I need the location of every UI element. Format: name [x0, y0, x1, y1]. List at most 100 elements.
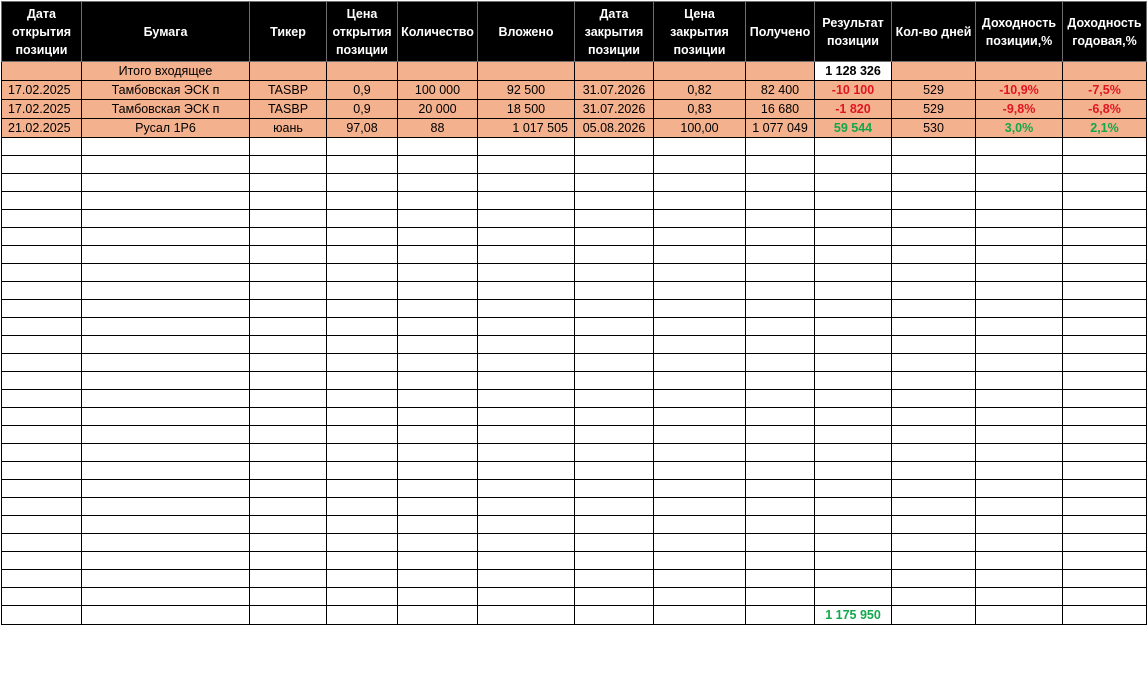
cell[interactable]: [745, 605, 815, 625]
cell[interactable]: [326, 407, 398, 426]
cell[interactable]: [249, 461, 327, 480]
cell[interactable]: [81, 263, 250, 282]
cell[interactable]: [326, 61, 398, 81]
cell[interactable]: [891, 173, 976, 192]
cell[interactable]: [397, 299, 478, 318]
cell[interactable]: [653, 155, 746, 174]
cell-position-yield[interactable]: -9,8%: [975, 99, 1063, 119]
cell[interactable]: [891, 227, 976, 246]
cell[interactable]: [745, 335, 815, 354]
cell[interactable]: [1062, 137, 1147, 156]
cell[interactable]: [477, 245, 575, 264]
cell[interactable]: [477, 155, 575, 174]
closing-total-value[interactable]: 1 175 950: [814, 605, 892, 625]
cell[interactable]: [975, 209, 1063, 228]
cell[interactable]: [326, 443, 398, 462]
cell[interactable]: [397, 533, 478, 552]
cell[interactable]: [891, 461, 976, 480]
cell[interactable]: [81, 605, 250, 625]
cell-days[interactable]: 529: [891, 80, 976, 100]
cell[interactable]: [891, 191, 976, 210]
cell[interactable]: [975, 299, 1063, 318]
cell[interactable]: [814, 587, 892, 606]
cell[interactable]: [477, 425, 575, 444]
cell[interactable]: [745, 227, 815, 246]
cell[interactable]: [81, 533, 250, 552]
cell[interactable]: [814, 515, 892, 534]
cell[interactable]: [653, 137, 746, 156]
cell[interactable]: [814, 281, 892, 300]
cell[interactable]: [814, 551, 892, 570]
cell[interactable]: [397, 173, 478, 192]
cell[interactable]: [397, 479, 478, 498]
cell[interactable]: [574, 155, 654, 174]
cell[interactable]: [249, 569, 327, 588]
col-header-quantity[interactable]: Количество: [397, 1, 478, 62]
cell[interactable]: [477, 551, 575, 570]
cell[interactable]: [891, 587, 976, 606]
cell[interactable]: [891, 569, 976, 588]
cell[interactable]: [326, 389, 398, 408]
cell[interactable]: [975, 227, 1063, 246]
cell[interactable]: [81, 137, 250, 156]
cell[interactable]: [1, 245, 82, 264]
cell[interactable]: [975, 443, 1063, 462]
cell-result[interactable]: -10 100: [814, 80, 892, 100]
cell[interactable]: [653, 569, 746, 588]
cell[interactable]: [1062, 155, 1147, 174]
cell[interactable]: [249, 389, 327, 408]
cell[interactable]: [477, 191, 575, 210]
cell-invested[interactable]: 18 500: [477, 99, 575, 119]
cell[interactable]: [326, 515, 398, 534]
cell[interactable]: [1, 209, 82, 228]
cell[interactable]: [1, 191, 82, 210]
cell[interactable]: [975, 533, 1063, 552]
cell[interactable]: [1, 551, 82, 570]
cell[interactable]: [477, 497, 575, 516]
cell[interactable]: [745, 551, 815, 570]
cell[interactable]: [1, 137, 82, 156]
cell[interactable]: [249, 407, 327, 426]
cell[interactable]: [653, 263, 746, 282]
cell[interactable]: [81, 389, 250, 408]
cell[interactable]: [745, 461, 815, 480]
cell-received[interactable]: 82 400: [745, 80, 815, 100]
cell[interactable]: [891, 353, 976, 372]
cell[interactable]: [397, 281, 478, 300]
cell[interactable]: [249, 605, 327, 625]
cell[interactable]: [397, 587, 478, 606]
cell-position-yield[interactable]: -10,9%: [975, 80, 1063, 100]
cell[interactable]: [745, 497, 815, 516]
cell[interactable]: [975, 461, 1063, 480]
cell[interactable]: [477, 389, 575, 408]
cell[interactable]: [975, 61, 1063, 81]
cell[interactable]: [975, 605, 1063, 625]
cell[interactable]: [249, 425, 327, 444]
cell[interactable]: [477, 335, 575, 354]
cell[interactable]: [574, 497, 654, 516]
cell[interactable]: [975, 137, 1063, 156]
cell[interactable]: [653, 425, 746, 444]
cell[interactable]: [814, 353, 892, 372]
col-header-received[interactable]: Получено: [745, 1, 815, 62]
cell[interactable]: [745, 533, 815, 552]
cell[interactable]: [653, 515, 746, 534]
cell[interactable]: [397, 61, 478, 81]
cell[interactable]: [574, 533, 654, 552]
cell[interactable]: [1062, 263, 1147, 282]
cell[interactable]: [975, 263, 1063, 282]
cell[interactable]: [249, 317, 327, 336]
cell[interactable]: [814, 263, 892, 282]
cell[interactable]: [326, 551, 398, 570]
cell-quantity[interactable]: 20 000: [397, 99, 478, 119]
col-header-open-price[interactable]: Цена открытия позиции: [326, 1, 398, 62]
cell[interactable]: [1062, 479, 1147, 498]
cell[interactable]: [975, 587, 1063, 606]
cell[interactable]: [1062, 569, 1147, 588]
col-header-close-price[interactable]: Цена закрытия позиции: [653, 1, 746, 62]
cell[interactable]: [814, 425, 892, 444]
cell[interactable]: [653, 209, 746, 228]
col-header-annual-yield[interactable]: Доходность годовая,%: [1062, 1, 1147, 62]
cell[interactable]: [745, 479, 815, 498]
cell[interactable]: [574, 353, 654, 372]
